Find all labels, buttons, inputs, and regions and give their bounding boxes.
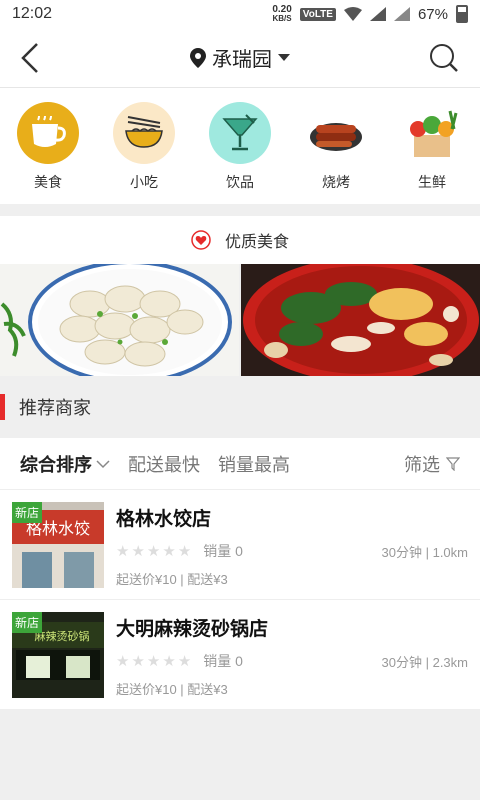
- signal-icon-2: [393, 7, 410, 21]
- sort-comprehensive-label: 综合排序: [20, 454, 92, 475]
- dumpling-image: [0, 264, 232, 376]
- chevron-down-icon: [96, 459, 110, 468]
- store-sales: 销量 0: [203, 543, 243, 559]
- store-info: 格林水饺店 ★ ★ ★ ★ ★ 销量 0 30分钟 | 1.0km 起送价¥10 | 配…: [116, 502, 468, 589]
- category-label: 生鲜: [418, 174, 446, 190]
- new-store-tag: 新店: [12, 502, 43, 523]
- store-name: 格林水饺店: [116, 509, 212, 530]
- status-bar: 12:02 0.20 KB/S VoLTE 67%: [0, 0, 480, 28]
- sort-top-sales[interactable]: 销量最高: [218, 451, 290, 477]
- wifi-icon: [343, 7, 362, 21]
- quality-food-header: 优质美食: [0, 216, 480, 264]
- back-arrow-icon: [21, 42, 38, 73]
- category-bbq[interactable]: 烧烤: [296, 102, 376, 192]
- cocktail-icon: [209, 102, 271, 164]
- battery-level: 67%: [417, 5, 448, 23]
- star-icon: ★: [131, 543, 145, 560]
- noodle-bowl-icon: [113, 102, 175, 164]
- category-bar: 美食 小吃 饮品 烧烤 生鲜: [0, 88, 480, 204]
- status-time: 12:02: [12, 5, 53, 22]
- spicy-noodle-image: [243, 264, 479, 376]
- vegetables-icon: [401, 102, 463, 164]
- location-selector[interactable]: 承瑞园: [190, 43, 290, 72]
- sort-bar: 综合排序 配送最快 销量最高 筛选: [0, 438, 480, 490]
- spicy-noodle-banner[interactable]: [241, 264, 480, 376]
- star-icon: ★: [146, 543, 161, 560]
- category-drinks[interactable]: 饮品: [200, 102, 280, 192]
- coffee-cup-icon: [17, 102, 79, 164]
- store-name: 大明麻辣烫砂锅店: [116, 619, 269, 640]
- star-icon: ★: [116, 543, 130, 560]
- recommend-section-header: 推荐商家: [0, 376, 480, 438]
- volte-badge: VoLTE: [299, 7, 336, 21]
- category-label: 小吃: [130, 174, 158, 190]
- store-stats: ★ ★ ★ ★ ★ 销量 0 30分钟 | 2.3km: [116, 651, 468, 671]
- star-icon: ★: [131, 653, 145, 670]
- back-button[interactable]: [20, 38, 52, 78]
- accent-bar: [0, 394, 5, 420]
- filter-label: 筛选: [404, 454, 440, 475]
- recommend-title: 推荐商家: [19, 398, 91, 418]
- banner-row: [0, 264, 480, 376]
- caret-down-icon: [278, 53, 290, 61]
- category-snack[interactable]: 小吃: [104, 102, 184, 192]
- heart-icon: [191, 230, 211, 250]
- battery-icon: [456, 5, 468, 23]
- store-info: 大明麻辣烫砂锅店 ★ ★ ★ ★ ★ 销量 0 30分钟 | 2.3km 起送价¥10 …: [116, 612, 468, 699]
- store-item[interactable]: 格林水饺 新店 格林水饺店 ★ ★ ★ ★ ★ 销量 0 30分钟 | 1.0km 起送…: [0, 490, 480, 600]
- category-label: 美食: [34, 174, 62, 190]
- filter-button[interactable]: 筛选: [404, 451, 460, 477]
- store-thumbnail: 麻辣烫砂锅 新店: [12, 612, 104, 698]
- net-speed: 0.20 KB/S: [272, 4, 292, 24]
- category-label: 饮品: [226, 174, 254, 190]
- star-icon: ★: [162, 543, 176, 560]
- signal-icon: [369, 7, 386, 21]
- header: 承瑞园: [0, 28, 480, 88]
- svg-text:麻辣烫砂锅: 麻辣烫砂锅: [35, 629, 90, 643]
- dumpling-banner[interactable]: [0, 264, 239, 376]
- store-item[interactable]: 麻辣烫砂锅 新店 大明麻辣烫砂锅店 ★ ★ ★ ★ ★ 销量 0 30分钟 | 2.3k…: [0, 600, 480, 710]
- divider: [0, 204, 480, 216]
- store-time-distance: 30分钟 | 2.3km: [381, 654, 468, 670]
- store-sales: 销量 0: [203, 653, 243, 669]
- star-icon: ★: [146, 653, 161, 670]
- search-button[interactable]: [428, 42, 460, 74]
- filter-icon: [446, 456, 460, 471]
- sort-fastest[interactable]: 配送最快: [128, 451, 200, 477]
- store-thumbnail: 格林水饺 新店: [12, 502, 104, 588]
- star-rating: ★ ★ ★ ★ ★: [116, 542, 191, 560]
- category-food[interactable]: 美食: [8, 102, 88, 192]
- star-icon: ★: [116, 653, 130, 670]
- store-fee: 起送价¥10 | 配送¥3: [116, 572, 228, 587]
- star-icon: ★: [177, 653, 192, 670]
- bbq-icon: [305, 102, 367, 164]
- category-fresh[interactable]: 生鲜: [392, 102, 472, 192]
- star-icon: ★: [177, 543, 192, 560]
- location-name: 承瑞园: [212, 49, 272, 71]
- search-icon: [430, 43, 458, 72]
- quality-food-title: 优质美食: [224, 234, 289, 251]
- location-pin-icon: [190, 47, 206, 68]
- category-label: 烧烤: [322, 174, 350, 190]
- store-stats: ★ ★ ★ ★ ★ 销量 0 30分钟 | 1.0km: [116, 541, 468, 561]
- sort-comprehensive[interactable]: 综合排序: [20, 451, 110, 477]
- status-icons: 0.20 KB/S VoLTE 67%: [272, 5, 468, 23]
- star-icon: ★: [162, 653, 176, 670]
- store-time-distance: 30分钟 | 1.0km: [381, 544, 468, 560]
- new-store-tag: 新店: [12, 612, 43, 633]
- net-speed-unit: KB/S: [272, 14, 292, 23]
- star-rating: ★ ★ ★ ★ ★: [116, 652, 191, 670]
- net-speed-value: 0.20: [272, 4, 292, 15]
- store-fee: 起送价¥10 | 配送¥3: [116, 682, 228, 697]
